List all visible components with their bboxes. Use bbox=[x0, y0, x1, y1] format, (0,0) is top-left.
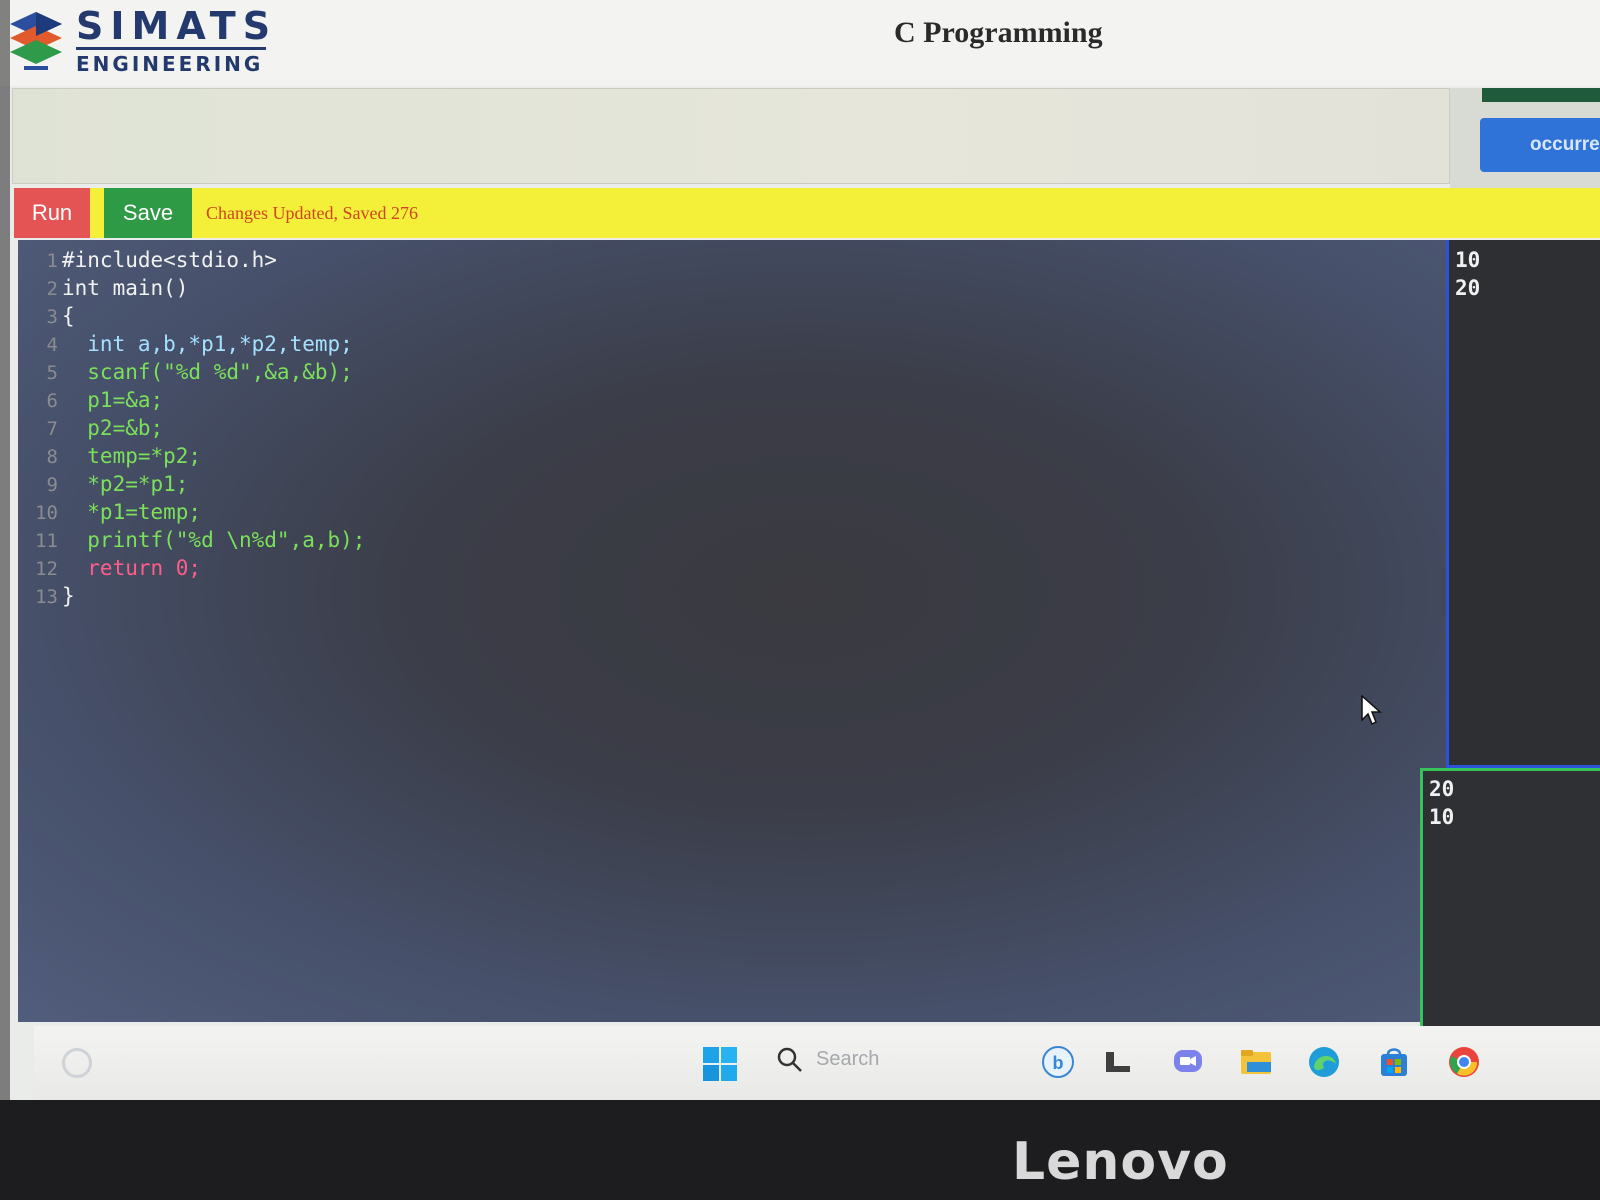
question-panel bbox=[12, 88, 1450, 184]
run-button[interactable]: Run bbox=[14, 188, 90, 238]
code-line: 3{ bbox=[18, 302, 75, 330]
code-line: 13} bbox=[18, 582, 75, 610]
code-line: 12 return 0; bbox=[18, 554, 201, 582]
occurrence-button[interactable]: occurren bbox=[1480, 118, 1600, 172]
widgets-icon[interactable] bbox=[62, 1048, 92, 1078]
monitor-screen: SIMATS ENGINEERING C Programming occurre… bbox=[0, 0, 1600, 1100]
code-line: 5 scanf("%d %d",&a,&b); bbox=[18, 358, 353, 386]
line-number: 1 bbox=[46, 250, 58, 272]
line-number: 12 bbox=[35, 558, 58, 580]
code-text: *p1=temp; bbox=[62, 500, 202, 524]
search-icon[interactable] bbox=[776, 1046, 804, 1074]
input-line: 10 bbox=[1455, 248, 1481, 272]
bing-icon[interactable]: b bbox=[1040, 1044, 1076, 1080]
windows-taskbar: Search b bbox=[34, 1026, 1600, 1100]
editor-toolbar: Run Save Changes Updated, Saved 276 bbox=[14, 188, 1600, 238]
code-line: 9 *p2=*p1; bbox=[18, 470, 189, 498]
line-number: 4 bbox=[46, 334, 58, 356]
line-number: 3 bbox=[46, 306, 58, 328]
code-text: printf("%d \n%d",a,b); bbox=[62, 528, 366, 552]
line-number: 13 bbox=[35, 586, 58, 608]
windows-start-icon[interactable] bbox=[702, 1046, 738, 1082]
code-text: { bbox=[62, 304, 75, 328]
line-number: 9 bbox=[46, 474, 58, 496]
save-button[interactable]: Save bbox=[104, 188, 192, 238]
input-panel[interactable]: 10 20 bbox=[1446, 240, 1600, 768]
code-text: p2=&b; bbox=[62, 416, 164, 440]
chat-icon[interactable] bbox=[1170, 1044, 1206, 1080]
output-line: 10 bbox=[1429, 805, 1455, 829]
input-line: 20 bbox=[1455, 276, 1481, 300]
edge-browser-icon[interactable] bbox=[1306, 1044, 1342, 1080]
chrome-browser-icon[interactable] bbox=[1446, 1044, 1482, 1080]
simats-logo-icon bbox=[10, 12, 62, 70]
line-number: 7 bbox=[46, 418, 58, 440]
svg-text:b: b bbox=[1053, 1053, 1064, 1073]
code-text: } bbox=[62, 584, 75, 608]
code-line: 1 #include<stdio.h> bbox=[18, 246, 277, 274]
code-text: int a,b,*p1,*p2,temp; bbox=[62, 332, 353, 356]
site-header: SIMATS ENGINEERING C Programming bbox=[0, 0, 1600, 86]
line-number: 11 bbox=[35, 530, 58, 552]
code-line: 10 *p1=temp; bbox=[18, 498, 201, 526]
output-line: 20 bbox=[1429, 777, 1455, 801]
code-text: p1=&a; bbox=[62, 388, 164, 412]
brand-divider bbox=[76, 47, 266, 50]
line-number: 5 bbox=[46, 362, 58, 384]
monitor-brand-logo: Lenovo bbox=[1012, 1132, 1229, 1192]
code-line: 8 temp=*p2; bbox=[18, 442, 202, 470]
screen-edge-shadow bbox=[0, 0, 10, 1100]
code-line: 2 int main() bbox=[18, 274, 189, 302]
code-text: return 0; bbox=[62, 556, 202, 580]
line-number: 8 bbox=[46, 446, 58, 468]
output-panel: 20 10 bbox=[1420, 768, 1600, 1030]
taskbar-search-input[interactable]: Search bbox=[816, 1048, 879, 1071]
code-line: 6 p1=&a; bbox=[18, 386, 164, 414]
code-text: scanf("%d %d",&a,&b); bbox=[62, 360, 353, 384]
microsoft-store-icon[interactable] bbox=[1376, 1044, 1412, 1080]
file-explorer-icon[interactable] bbox=[1238, 1044, 1274, 1080]
line-number: 6 bbox=[46, 390, 58, 412]
brand-subtitle: ENGINEERING bbox=[76, 52, 264, 76]
line-number: 2 bbox=[46, 278, 58, 300]
save-status: Changes Updated, Saved 276 bbox=[206, 203, 418, 223]
mouse-pointer-icon bbox=[1361, 694, 1382, 726]
code-text: *p2=*p1; bbox=[62, 472, 189, 496]
task-view-icon[interactable] bbox=[1100, 1044, 1136, 1080]
code-text: int main() bbox=[62, 276, 189, 300]
code-line: 11 printf("%d \n%d",a,b); bbox=[18, 526, 365, 554]
line-number: 10 bbox=[35, 502, 58, 524]
monitor-bezel bbox=[0, 1100, 1600, 1200]
code-line: 7 p2=&b; bbox=[18, 414, 164, 442]
code-line: 4 int a,b,*p1,*p2,temp; bbox=[18, 330, 353, 358]
code-text: #include<stdio.h> bbox=[62, 248, 277, 272]
code-editor[interactable]: 1 #include<stdio.h> 2 int main() 3{ 4 int … bbox=[18, 240, 1446, 1022]
page-title: C Programming bbox=[894, 16, 1103, 49]
right-rail-tab[interactable] bbox=[1482, 88, 1600, 102]
code-text: temp=*p2; bbox=[62, 444, 202, 468]
brand-name: SIMATS bbox=[76, 4, 278, 48]
